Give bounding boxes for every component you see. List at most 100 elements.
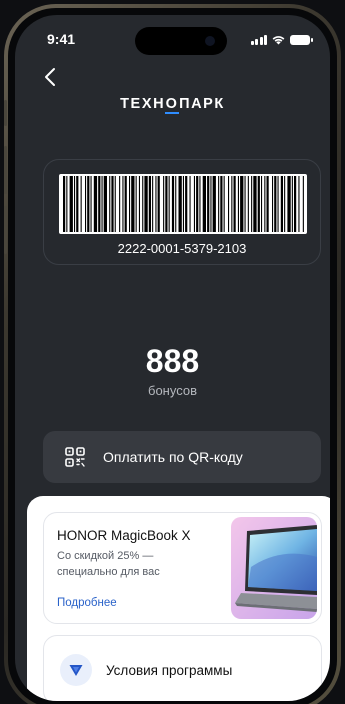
back-button[interactable] bbox=[43, 67, 57, 92]
barcode-bar bbox=[233, 176, 236, 232]
volume-down-button bbox=[4, 206, 7, 254]
barcode-bar bbox=[87, 176, 90, 232]
qr-code-icon bbox=[65, 447, 85, 467]
phone-frame: 9:41 ТЕХНОПАРК 2222-0001-5379-2103 888 б… bbox=[4, 4, 341, 704]
barcode-bar bbox=[129, 176, 131, 232]
barcode-bar bbox=[171, 176, 175, 232]
promo-title: HONOR MagicBook X bbox=[57, 528, 191, 543]
barcode-bar bbox=[90, 176, 92, 232]
card-number: 2222-0001-5379-2103 bbox=[117, 241, 247, 256]
barcode-bar bbox=[175, 176, 177, 232]
barcode-bar bbox=[114, 176, 116, 232]
barcode-bar bbox=[138, 176, 140, 232]
signal-icon bbox=[250, 35, 267, 45]
barcode-bar bbox=[280, 176, 283, 232]
status-icons bbox=[250, 34, 313, 45]
chevron-left-icon bbox=[45, 68, 55, 86]
bonus-label: бонусов bbox=[148, 383, 197, 398]
program-terms-label: Условия программы bbox=[106, 662, 233, 678]
laptop-image bbox=[231, 517, 317, 619]
barcode-bar bbox=[193, 176, 195, 232]
logo-text-end: ПАРК bbox=[179, 96, 225, 112]
barcode-bar bbox=[168, 176, 170, 232]
barcode-bar bbox=[98, 176, 101, 232]
battery-icon bbox=[290, 35, 313, 45]
barcode-bar bbox=[266, 176, 269, 232]
logo-text-start: ТЕХН bbox=[120, 96, 166, 112]
promo-more-link[interactable]: Подробнее bbox=[57, 597, 117, 609]
barcode-bar bbox=[103, 176, 107, 232]
barcode-bar bbox=[218, 176, 220, 232]
app-screen: 9:41 ТЕХНОПАРК 2222-0001-5379-2103 888 б… bbox=[15, 15, 330, 701]
barcode-bar bbox=[277, 176, 279, 232]
barcode-bar bbox=[228, 176, 230, 232]
barcode-bar bbox=[155, 176, 157, 232]
loyalty-card[interactable]: 2222-0001-5379-2103 bbox=[43, 159, 321, 265]
barcode-bar bbox=[251, 176, 253, 232]
barcode-bar bbox=[207, 176, 210, 232]
program-terms-item[interactable]: Условия программы bbox=[43, 635, 322, 701]
barcode-bar bbox=[165, 176, 168, 232]
promo-card[interactable]: HONOR MagicBook X Со скидкой 25% — специ… bbox=[43, 512, 322, 624]
barcode-bar bbox=[63, 176, 66, 232]
barcode-bar bbox=[212, 176, 216, 232]
status-time: 9:41 bbox=[47, 31, 76, 47]
bonus-balance: 888 bbox=[145, 343, 200, 379]
barcode-bar bbox=[101, 176, 103, 232]
barcode-bar bbox=[253, 176, 257, 232]
barcode-bar bbox=[80, 176, 82, 232]
barcode-bar bbox=[287, 176, 291, 232]
pay-by-qr-button[interactable]: Оплатить по QR-коду bbox=[43, 431, 321, 483]
barcode-bar bbox=[196, 176, 199, 232]
barcode-bar bbox=[122, 176, 124, 232]
barcode-bar bbox=[264, 176, 266, 232]
barcode-bar bbox=[272, 176, 274, 232]
barcode-bar bbox=[74, 176, 76, 232]
wifi-icon bbox=[272, 36, 285, 45]
barcode-bar bbox=[257, 176, 260, 232]
barcode-bar bbox=[298, 176, 300, 232]
logo-accent-letter: О bbox=[165, 96, 180, 114]
barcode-bar bbox=[69, 176, 73, 232]
promo-subtitle: Со скидкой 25% — специально для вас bbox=[57, 550, 160, 578]
barcode-bar bbox=[199, 176, 201, 232]
barcode-bar bbox=[210, 176, 212, 232]
technopark-logo: ТЕХНОПАРК bbox=[15, 96, 330, 114]
barcode-bar bbox=[109, 176, 111, 232]
barcode-bar bbox=[142, 176, 144, 232]
shield-icon bbox=[60, 654, 92, 686]
barcode-bar bbox=[220, 176, 223, 232]
barcode-bar bbox=[274, 176, 277, 232]
barcode-bar bbox=[144, 176, 148, 232]
barcode-bar bbox=[261, 176, 263, 232]
barcode-bar bbox=[202, 176, 206, 232]
barcode-bar bbox=[85, 176, 87, 232]
barcode-bar bbox=[76, 176, 79, 232]
barcode-bar bbox=[302, 176, 304, 232]
barcode-bar bbox=[185, 176, 188, 232]
barcode-bar bbox=[247, 176, 249, 232]
barcode-bar bbox=[294, 176, 297, 232]
barcode-bar bbox=[182, 176, 184, 232]
barcode-bar bbox=[240, 176, 244, 232]
barcode-bar bbox=[223, 176, 225, 232]
bottom-sheet: HONOR MagicBook X Со скидкой 25% — специ… bbox=[27, 496, 330, 701]
barcode-bar bbox=[124, 176, 127, 232]
barcode-bar bbox=[189, 176, 191, 232]
barcode-bar bbox=[284, 176, 286, 232]
barcode-bar bbox=[178, 176, 182, 232]
dynamic-island bbox=[135, 27, 227, 55]
barcode-bar bbox=[163, 176, 165, 232]
barcode-bar bbox=[131, 176, 135, 232]
barcode-bar bbox=[119, 176, 121, 232]
barcode-bar bbox=[237, 176, 239, 232]
barcode-bar bbox=[66, 176, 68, 232]
barcode-bar bbox=[93, 176, 98, 232]
barcode-bar bbox=[152, 176, 154, 232]
barcode-bar bbox=[111, 176, 114, 232]
barcode bbox=[59, 174, 307, 234]
status-bar: 9:41 bbox=[15, 15, 330, 63]
pay-by-qr-label: Оплатить по QR-коду bbox=[103, 449, 243, 465]
barcode-bar bbox=[135, 176, 137, 232]
mute-switch bbox=[4, 100, 7, 126]
